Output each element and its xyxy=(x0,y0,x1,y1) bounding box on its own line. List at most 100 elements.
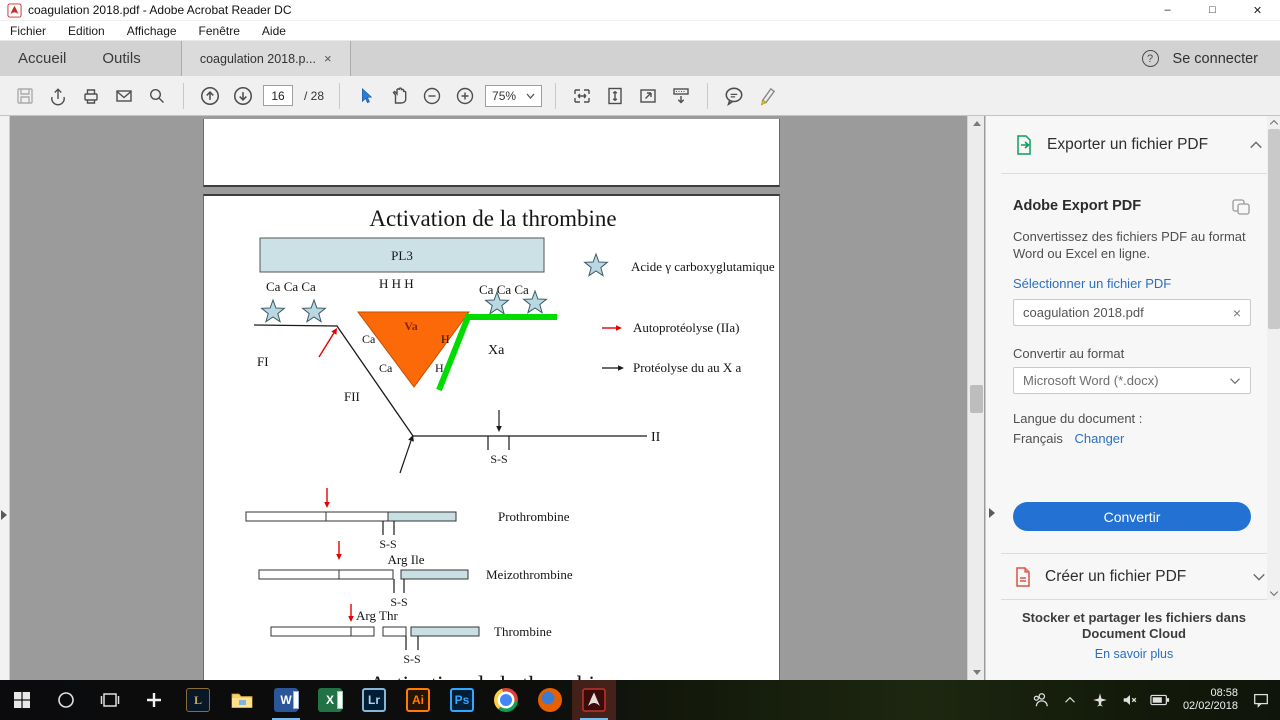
format-dropdown-value: Microsoft Word (*.docx) xyxy=(1023,373,1159,388)
excel-icon[interactable]: X xyxy=(308,680,352,720)
battery-icon[interactable] xyxy=(1147,682,1173,718)
document-cloud-promo: Stocker et partager les fichiers dans Do… xyxy=(1022,610,1246,641)
ss-label: S-S xyxy=(379,537,396,551)
menu-aide[interactable]: Aide xyxy=(262,24,286,38)
hand-tool-icon[interactable] xyxy=(386,83,412,109)
sign-in-button[interactable]: Se connecter xyxy=(1173,51,1258,67)
help-icon[interactable]: ? xyxy=(1141,50,1159,67)
action-center-icon[interactable] xyxy=(1248,682,1274,718)
illustrator-icon[interactable]: Ai xyxy=(396,680,440,720)
fit-width-icon[interactable] xyxy=(569,83,595,109)
close-button[interactable]: ✕ xyxy=(1235,0,1280,20)
menu-affichage[interactable]: Affichage xyxy=(127,24,177,38)
thrombin-diagram: Activation de la thrombine PL3 Ca Ca Ca … xyxy=(245,206,775,680)
panel-scroll-up-icon[interactable] xyxy=(1267,116,1280,128)
document-cloud-icon xyxy=(1232,199,1250,215)
menu-edition[interactable]: Edition xyxy=(68,24,105,38)
ca-right-label: Ca Ca Ca xyxy=(479,282,529,297)
comment-icon[interactable] xyxy=(721,83,747,109)
previous-page-icon[interactable] xyxy=(197,83,223,109)
collapse-panel-icon[interactable] xyxy=(989,508,995,518)
minimize-button[interactable]: – xyxy=(1145,0,1190,20)
panel-scrollbar-thumb[interactable] xyxy=(1268,129,1280,329)
task-view-icon[interactable] xyxy=(88,680,132,720)
create-pdf-section[interactable]: Créer un fichier PDF xyxy=(1001,553,1280,600)
document-scrollbar-thumb[interactable] xyxy=(970,385,983,413)
fullscreen-icon[interactable] xyxy=(635,83,661,109)
change-language-link[interactable]: Changer xyxy=(1074,431,1124,446)
ss-label: S-S xyxy=(403,652,420,666)
league-of-legends-icon[interactable]: L xyxy=(176,680,220,720)
learn-more-link[interactable]: En savoir plus xyxy=(1019,647,1249,661)
zoom-in-icon[interactable] xyxy=(452,83,478,109)
format-dropdown[interactable]: Microsoft Word (*.docx) xyxy=(1013,367,1251,394)
lightroom-icon[interactable]: Lr xyxy=(352,680,396,720)
convert-button[interactable]: Convertir xyxy=(1013,502,1251,531)
export-pdf-icon xyxy=(1017,134,1031,155)
select-pdf-link[interactable]: Sélectionner un fichier PDF xyxy=(1013,276,1171,291)
expand-nav-pane-icon[interactable] xyxy=(1,510,7,520)
presentation-mode-icon[interactable] xyxy=(668,83,694,109)
file-explorer-icon[interactable] xyxy=(220,680,264,720)
slide-title: Activation de la thrombine xyxy=(369,206,616,231)
show-hidden-icons-chevron[interactable] xyxy=(1057,682,1083,718)
print-icon[interactable] xyxy=(78,83,104,109)
acrobat-taskbar-icon[interactable] xyxy=(572,680,616,720)
zoom-out-icon[interactable] xyxy=(419,83,445,109)
tab-accueil[interactable]: Accueil xyxy=(0,41,84,76)
ca-small-label: Ca xyxy=(379,361,393,375)
panel-scrollbar[interactable] xyxy=(1267,116,1280,600)
selected-file-box[interactable]: coagulation 2018.pdf × xyxy=(1013,299,1251,326)
search-icon[interactable] xyxy=(144,83,170,109)
cortana-search-icon[interactable] xyxy=(44,680,88,720)
tab-close-icon[interactable]: × xyxy=(324,51,332,66)
next-page-icon[interactable] xyxy=(230,83,256,109)
tab-document[interactable]: coagulation 2018.p... × xyxy=(180,41,351,76)
legend-red-arrowhead xyxy=(616,325,622,331)
zoom-level-value: 75% xyxy=(492,88,517,103)
clear-file-icon[interactable]: × xyxy=(1233,305,1241,321)
page-number-input[interactable] xyxy=(263,85,293,106)
menu-fichier[interactable]: Fichier xyxy=(10,24,46,38)
select-tool-icon[interactable] xyxy=(353,83,379,109)
scroll-up-icon[interactable] xyxy=(968,116,985,131)
legend-black-arrowhead xyxy=(618,365,624,371)
window-title: coagulation 2018.pdf - Adobe Acrobat Rea… xyxy=(28,3,292,17)
photoshop-icon[interactable]: Ps xyxy=(440,680,484,720)
taskbar-clock[interactable]: 08:58 02/02/2018 xyxy=(1177,687,1244,713)
pdf-page-15-partial xyxy=(203,119,780,187)
highlighter-icon[interactable] xyxy=(754,83,780,109)
toolbar: / 28 75% xyxy=(0,76,1280,116)
document-language-value: Français xyxy=(1013,431,1063,446)
thrombin-label: Thrombine xyxy=(494,624,552,639)
people-icon[interactable] xyxy=(1027,682,1053,718)
menu-fenetre[interactable]: Fenêtre xyxy=(199,24,240,38)
gla-star-icon xyxy=(301,298,327,323)
firefox-icon[interactable] xyxy=(528,680,572,720)
ii-label: II xyxy=(651,430,661,445)
plus-shortcut-icon[interactable] xyxy=(132,680,176,720)
maximize-button[interactable]: □ xyxy=(1190,0,1235,20)
fit-page-icon[interactable] xyxy=(602,83,628,109)
document-scrollbar[interactable] xyxy=(967,116,984,680)
zoom-level-dropdown[interactable]: 75% xyxy=(485,84,543,107)
volume-muted-icon[interactable] xyxy=(1117,682,1143,718)
chevron-up-icon[interactable] xyxy=(1249,140,1263,150)
chevron-down-icon xyxy=(1230,377,1240,384)
menu-bar: Fichier Edition Affichage Fenêtre Aide xyxy=(0,21,1280,41)
selected-file-name: coagulation 2018.pdf xyxy=(1023,305,1144,320)
tab-outils[interactable]: Outils xyxy=(84,41,158,76)
export-pdf-header[interactable]: Exporter un fichier PDF xyxy=(1001,116,1267,174)
word-icon[interactable]: W xyxy=(264,680,308,720)
panel-scroll-down-icon[interactable] xyxy=(1267,587,1280,599)
share-upload-icon[interactable] xyxy=(45,83,71,109)
scroll-down-icon[interactable] xyxy=(968,665,985,680)
chrome-icon[interactable] xyxy=(484,680,528,720)
start-button[interactable] xyxy=(0,680,44,720)
airplane-mode-icon[interactable] xyxy=(1087,682,1113,718)
navigation-pane-strip xyxy=(0,116,10,680)
email-icon[interactable] xyxy=(111,83,137,109)
legend-star-icon xyxy=(583,252,609,277)
export-pdf-header-label: Exporter un fichier PDF xyxy=(1047,135,1209,153)
save-icon[interactable] xyxy=(12,83,38,109)
